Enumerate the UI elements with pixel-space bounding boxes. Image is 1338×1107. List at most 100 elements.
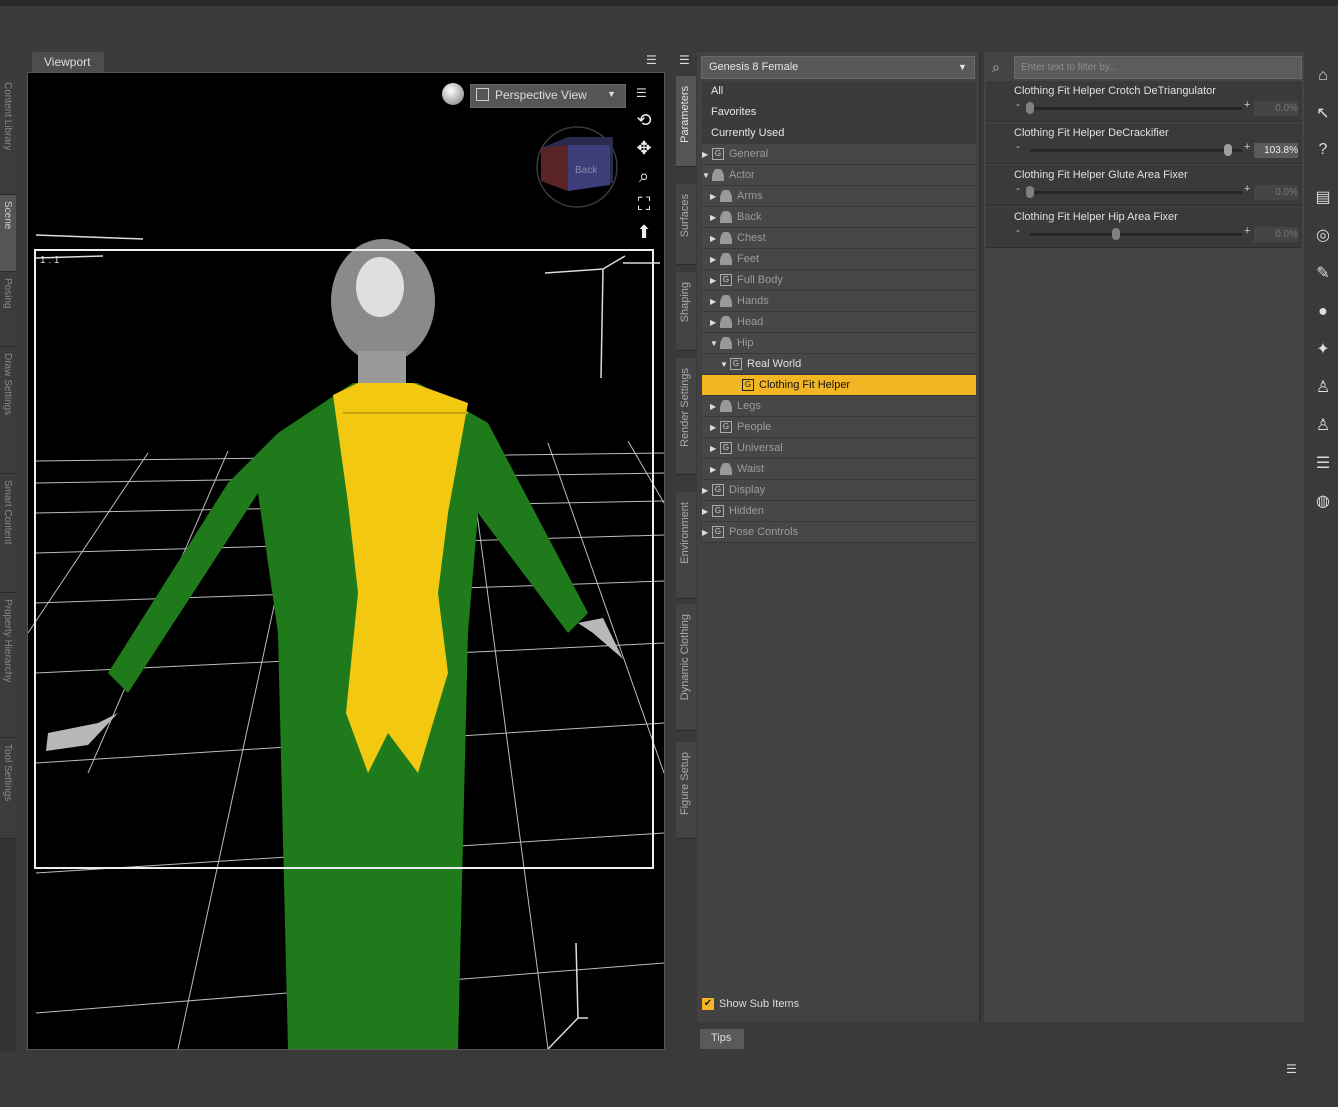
slider-track[interactable] (1030, 149, 1242, 152)
pane-menu-icon[interactable]: ☰ (679, 53, 690, 67)
pose-tool-icon[interactable]: ✎ (1311, 262, 1335, 286)
slider-knob[interactable] (1026, 186, 1034, 198)
tree-item-all[interactable]: All (702, 81, 976, 102)
tab-smart-content[interactable]: Smart Content (0, 474, 16, 593)
tab-viewport[interactable]: Viewport (32, 52, 104, 72)
draw-style-icon[interactable] (442, 83, 464, 105)
slider-track[interactable] (1030, 191, 1242, 194)
tab-shaping[interactable]: Shaping (676, 272, 696, 351)
figure-icon (720, 190, 732, 203)
figure-alt-icon[interactable]: ♙ (1311, 414, 1335, 438)
tree-item-real-world[interactable]: ▼ G Real World (702, 354, 976, 375)
tab-dynamic-clothing[interactable]: Dynamic Clothing (676, 604, 696, 731)
viewport-options-icon[interactable]: ☰ (636, 86, 647, 100)
increment-icon[interactable]: + (1244, 99, 1250, 111)
figure-icon[interactable]: ♙ (1311, 376, 1335, 400)
tab-posing[interactable]: Posing (0, 272, 16, 347)
expand-icon: ▶ (702, 528, 709, 537)
tree-item-display[interactable]: ▶ G Display (702, 480, 976, 501)
tree-item-favorites[interactable]: Favorites (702, 102, 976, 123)
node-icon[interactable]: ● (1311, 300, 1335, 324)
tab-environment[interactable]: Environment (676, 492, 696, 599)
joint-editor-icon[interactable]: ✦ (1311, 338, 1335, 362)
tab-scene[interactable]: Scene (0, 195, 16, 272)
tree-item-hip[interactable]: ▼ Hip (702, 333, 976, 354)
tab-render-settings[interactable]: Render Settings (676, 358, 696, 475)
tree-item-full-body[interactable]: ▶ G Full Body (702, 270, 976, 291)
search-icon: ⌕ (992, 59, 1000, 75)
pane-tab-strip: Parameters Surfaces Shaping Render Setti… (676, 76, 696, 1046)
param-decrackifier[interactable]: Clothing Fit Helper DeCrackifier - + 103… (986, 123, 1302, 164)
render-frame (34, 249, 654, 869)
panel-icon[interactable]: ▤ (1311, 186, 1335, 210)
navigation-cube[interactable]: Back (536, 126, 618, 208)
view-selector[interactable]: Perspective View ▼ (470, 84, 626, 108)
tab-tips[interactable]: Tips (700, 1029, 744, 1049)
param-glute-area-fixer[interactable]: Clothing Fit Helper Glute Area Fixer - +… (986, 165, 1302, 206)
tree-item-head[interactable]: ▶ Head (702, 312, 976, 333)
tab-property-hierarchy[interactable]: Property Hierarchy (0, 593, 16, 738)
filter-input[interactable]: Enter text to filter by... (1014, 56, 1302, 79)
tree-item-currently-used[interactable]: Currently Used (702, 123, 976, 144)
figure-icon (720, 463, 732, 476)
collapse-icon: ▼ (710, 339, 718, 348)
increment-icon[interactable]: + (1244, 225, 1250, 237)
reset-view-icon[interactable]: ⬆ (631, 222, 657, 246)
tree-item-universal[interactable]: ▶ G Universal (702, 438, 976, 459)
tree-item-clothing-fit-helper[interactable]: G Clothing Fit Helper (702, 375, 976, 396)
align-icon[interactable]: ☰ (1311, 452, 1335, 476)
slider-track[interactable] (1030, 233, 1242, 236)
expand-icon: ▶ (702, 486, 709, 495)
globe-icon[interactable]: ◍ (1311, 490, 1335, 514)
orbit-icon[interactable]: ⟲ (631, 110, 657, 134)
pan-icon[interactable]: ✥ (631, 138, 657, 162)
increment-icon[interactable]: + (1244, 183, 1250, 195)
increment-icon[interactable]: + (1244, 141, 1250, 153)
tips-bar (697, 1026, 1303, 1048)
param-crotch-detriangulator[interactable]: Clothing Fit Helper Crotch DeTriangulato… (986, 81, 1302, 122)
tab-draw-settings[interactable]: Draw Settings (0, 347, 16, 474)
expand-icon: ▶ (710, 297, 717, 306)
tree-item-waist[interactable]: ▶ Waist (702, 459, 976, 480)
bottom-menu-icon[interactable]: ☰ (1286, 1062, 1297, 1076)
viewport-menu-icon[interactable]: ☰ (646, 53, 657, 67)
slider-knob[interactable] (1224, 144, 1232, 156)
tree-item-feet[interactable]: ▶ Feet (702, 249, 976, 270)
tab-surfaces[interactable]: Surfaces (676, 184, 696, 265)
home-icon[interactable]: ⌂ (1311, 64, 1335, 88)
group-icon: G (720, 442, 732, 455)
frame-icon[interactable]: ⛶ (631, 194, 657, 218)
decrement-icon[interactable]: - (1016, 99, 1020, 111)
svg-text:Back: Back (575, 165, 598, 176)
tab-content-library[interactable]: Content Library (0, 76, 16, 195)
slider-track[interactable] (1030, 107, 1242, 110)
help-icon[interactable]: ? (1311, 138, 1335, 162)
show-sub-items-checkbox[interactable]: ✔ Show Sub Items (702, 998, 799, 1011)
tab-parameters[interactable]: Parameters (676, 76, 696, 167)
group-icon: G (712, 148, 724, 161)
tab-figure-setup[interactable]: Figure Setup (676, 742, 696, 839)
figure-icon (720, 400, 732, 413)
zoom-icon[interactable]: ⌕ (631, 166, 657, 190)
tree-item-people[interactable]: ▶ G People (702, 417, 976, 438)
figure-selector[interactable]: Genesis 8 Female ▼ (701, 56, 975, 79)
slider-knob[interactable] (1026, 102, 1034, 114)
decrement-icon[interactable]: - (1016, 141, 1020, 153)
tree-item-hidden[interactable]: ▶ G Hidden (702, 501, 976, 522)
decrement-icon[interactable]: - (1016, 225, 1020, 237)
tree-item-arms[interactable]: ▶ Arms (702, 186, 976, 207)
tree-item-hands[interactable]: ▶ Hands (702, 291, 976, 312)
target-icon[interactable]: ◎ (1311, 224, 1335, 248)
tree-item-pose-controls[interactable]: ▶ G Pose Controls (702, 522, 976, 543)
whats-this-icon[interactable]: ↖ (1311, 102, 1335, 126)
group-icon: G (730, 358, 742, 371)
tab-tool-settings[interactable]: Tool Settings (0, 738, 16, 839)
param-hip-area-fixer[interactable]: Clothing Fit Helper Hip Area Fixer - + 0… (986, 207, 1302, 248)
tree-item-chest[interactable]: ▶ Chest (702, 228, 976, 249)
tree-item-actor[interactable]: ▼ Actor (702, 165, 976, 186)
decrement-icon[interactable]: - (1016, 183, 1020, 195)
tree-item-legs[interactable]: ▶ Legs (702, 396, 976, 417)
slider-knob[interactable] (1112, 228, 1120, 240)
tree-item-general[interactable]: ▶ G General (702, 144, 976, 165)
tree-item-back[interactable]: ▶ Back (702, 207, 976, 228)
